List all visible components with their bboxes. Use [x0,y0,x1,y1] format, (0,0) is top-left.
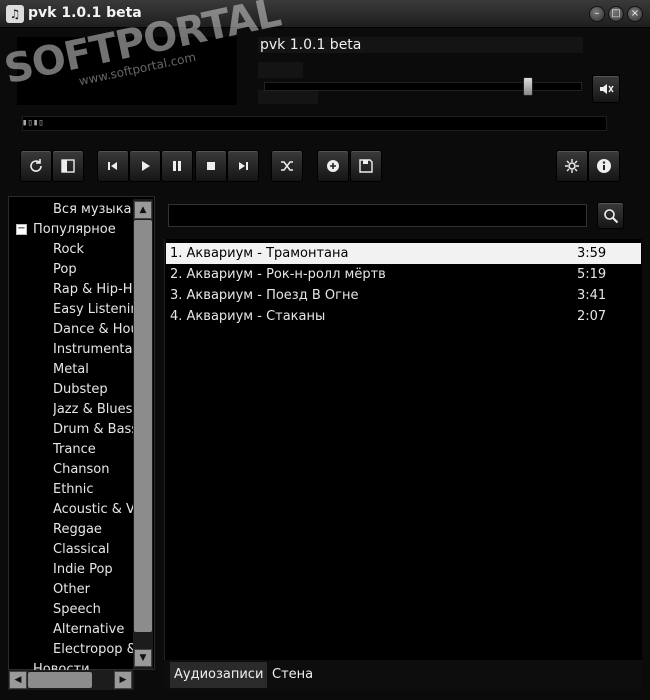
track-duration: 2:07 [577,309,607,324]
playlist-row[interactable]: 1. Аквариум - Трамонтана 3:59 [166,243,641,264]
speaker-muted-icon [600,84,614,94]
equalizer-icon: ▮▯▮▯ [22,118,44,128]
scroll-up-arrow-icon[interactable]: ▲ [134,201,152,219]
tab-wall[interactable]: Стена [268,662,317,688]
scroll-down-arrow-icon[interactable]: ▼ [134,649,152,667]
tree-item-popular[interactable]: Популярное [33,222,116,237]
album-cover [17,37,237,105]
play-button[interactable] [129,150,161,182]
stop-icon [207,162,215,170]
scroll-right-arrow-icon[interactable]: ▶ [114,671,132,689]
save-button[interactable] [350,150,382,182]
repeat-button[interactable] [20,150,52,182]
tab-audio[interactable]: Аудиозаписи [170,662,268,688]
playlist-row[interactable]: 3. Аквариум - Поезд В Огне 3:41 [166,285,641,306]
search-input[interactable] [168,204,587,227]
tree-item-genre[interactable]: Electropop & Disco [53,642,133,657]
search-icon [603,208,618,223]
pause-button[interactable] [161,150,193,182]
track-duration: 5:19 [577,267,607,282]
playlist-view-button[interactable] [52,150,84,182]
save-icon [359,159,373,173]
tree-item-genre[interactable]: Classical [53,542,133,557]
next-icon [239,162,248,170]
close-button[interactable]: × [627,6,643,22]
track-duration: 3:59 [577,246,607,261]
tree-item-genre[interactable]: Chanson [53,462,133,477]
collapse-icon[interactable]: − [16,224,27,235]
tree-scrollbar-thumb[interactable] [134,220,152,632]
info-field [258,90,318,104]
playlist-window-icon [61,159,75,173]
tree-item-genre[interactable]: Pop [53,262,133,277]
pause-icon [173,161,181,171]
tree-item-genre[interactable]: Trance [53,442,133,457]
track-duration: 3:41 [577,288,607,303]
maximize-button[interactable]: □ [608,6,624,22]
time-field [258,62,303,78]
next-button[interactable] [227,150,259,182]
settings-button[interactable] [556,150,588,182]
playlist-row[interactable]: 4. Аквариум - Стаканы 2:07 [166,306,641,327]
minimize-button[interactable]: – [589,6,605,22]
tree-item-genre[interactable]: Indie Pop [53,562,133,577]
tree-item-genre[interactable]: Speech [53,602,133,617]
tree-item-genre[interactable]: Rock [53,242,133,257]
tree-item-all-music[interactable]: Вся музыка [53,202,132,217]
shuffle-button[interactable] [271,150,303,182]
track-name: 4. Аквариум - Стаканы [170,309,326,324]
mute-button[interactable] [592,75,620,103]
tree-item-genre[interactable]: Drum & Bass [53,422,133,437]
tree-item-genre[interactable]: Jazz & Blues [53,402,133,417]
horizontal-scrollbar-thumb[interactable] [28,672,92,688]
stop-button[interactable] [195,150,227,182]
track-name: 1. Аквариум - Трамонтана [170,246,349,261]
add-circle-icon [327,160,339,172]
tree-item-genre[interactable]: Metal [53,362,133,377]
previous-button[interactable] [97,150,129,182]
tree-item-genre[interactable]: Dubstep [53,382,133,397]
volume-slider[interactable] [264,82,582,91]
tree-item-genre[interactable]: Rap & Hip-Hop [53,282,133,297]
tree-item-genre[interactable]: Other [53,582,133,597]
tree-item-genre[interactable]: Reggae [53,522,133,537]
play-icon [142,161,150,171]
track-name: 3. Аквариум - Поезд В Огне [170,288,359,303]
search-button[interactable] [597,202,624,229]
shuffle-icon [281,161,293,171]
tree-item-genre[interactable]: Ethnic [53,482,133,497]
gear-icon [565,159,579,173]
playlist-row[interactable]: 2. Аквариум - Рок-н-ролл мёртв 5:19 [166,264,641,285]
repeat-icon [30,159,42,172]
tree-item-genre[interactable]: Alternative [53,622,133,637]
info-button[interactable] [588,150,620,182]
app-icon: ♫ [6,5,24,23]
info-icon [597,159,611,173]
volume-slider-thumb[interactable] [522,77,533,96]
track-title: pvk 1.0.1 beta [260,37,362,53]
window-title: pvk 1.0.1 beta [28,5,142,21]
seek-progress-bar[interactable] [22,116,607,131]
tree-item-genre[interactable]: Acoustic & Vocal [53,502,133,517]
tree-item-genre[interactable]: Instrumental [53,342,133,357]
tree-item-genre[interactable]: Dance & House [53,322,133,337]
previous-icon [108,162,117,170]
track-name: 2. Аквариум - Рок-н-ролл мёртв [170,267,386,282]
add-button[interactable] [317,150,349,182]
scroll-left-arrow-icon[interactable]: ◀ [9,671,27,689]
tree-item-genre[interactable]: Easy Listening [53,302,133,317]
